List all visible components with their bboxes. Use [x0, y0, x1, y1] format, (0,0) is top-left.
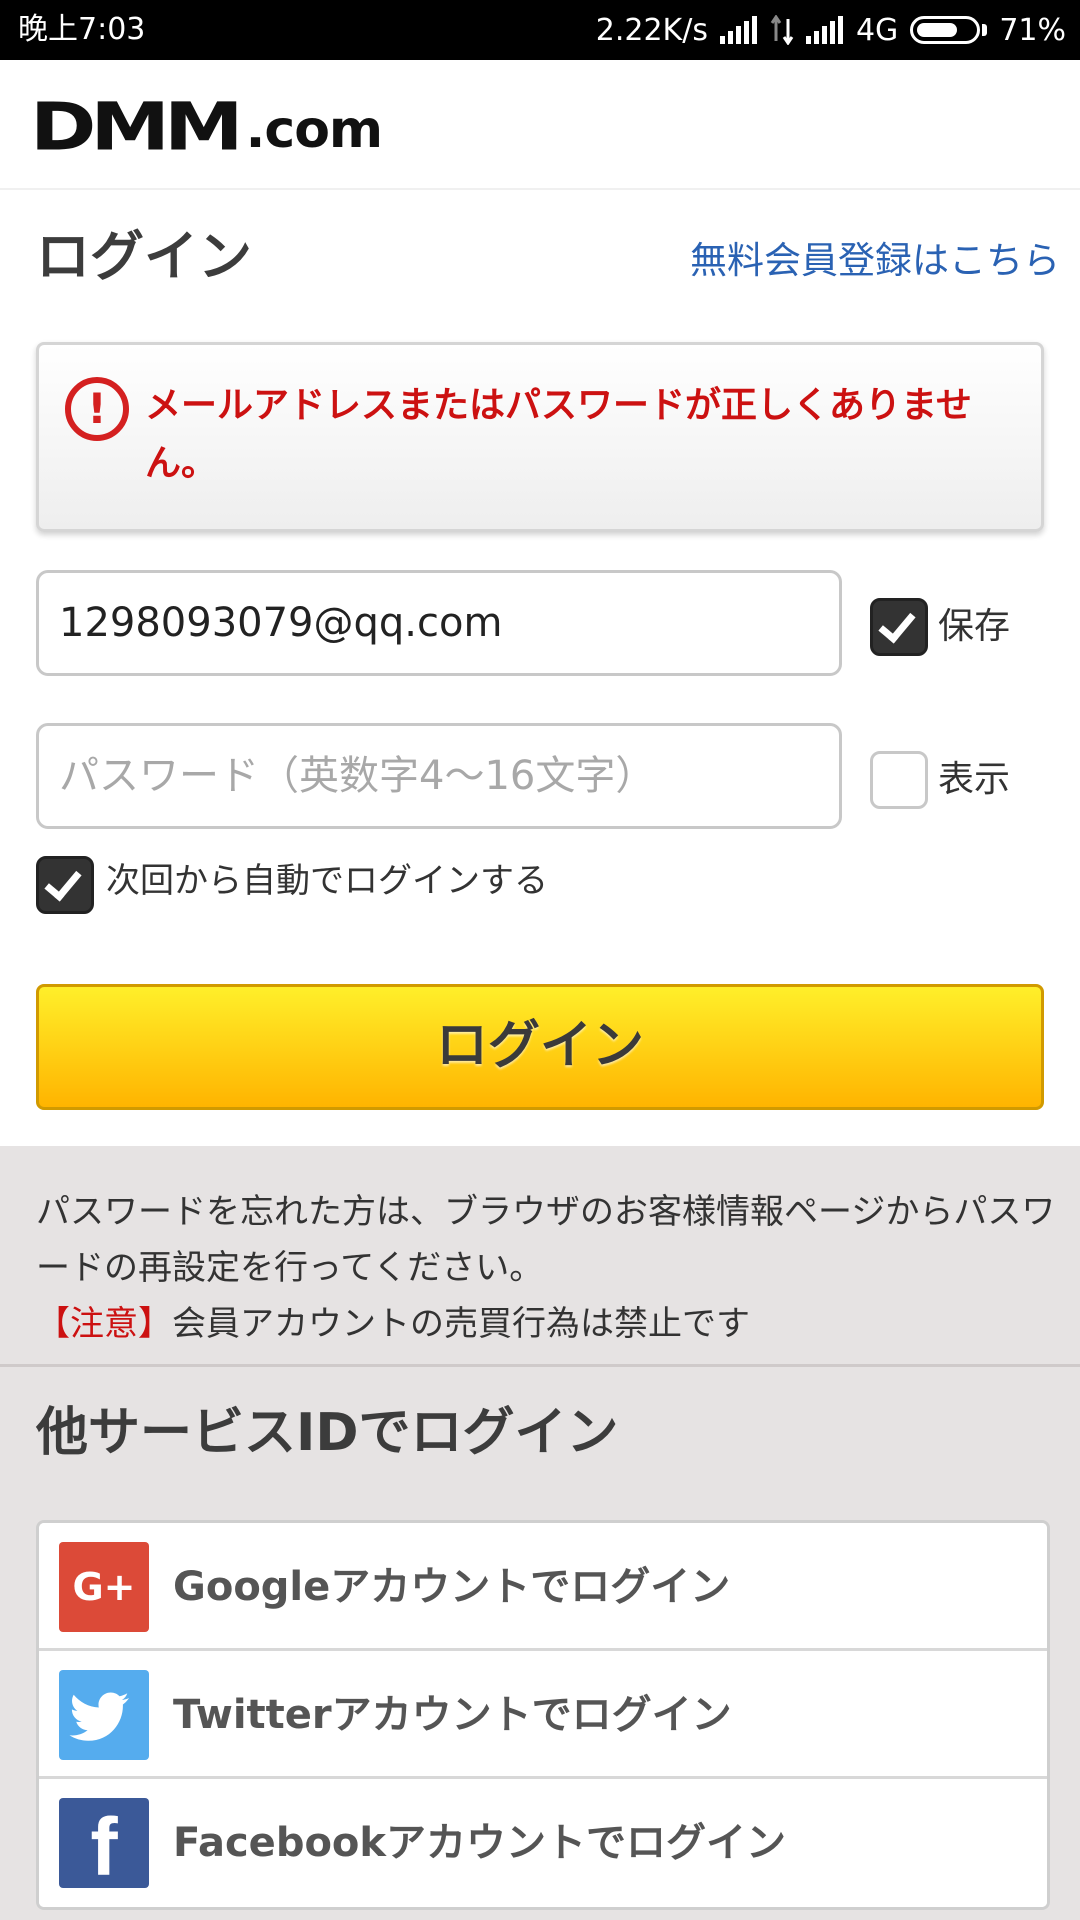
page-title: ログイン: [36, 225, 252, 288]
social-login-list: G+ Googleアカウントでログイン Twitterアカウントでログイン f …: [36, 1520, 1050, 1910]
other-login-title: 他サービスIDでログイン: [36, 1403, 619, 1463]
login-button[interactable]: ログイン: [36, 984, 1044, 1110]
save-label[interactable]: 保存: [938, 598, 1010, 656]
notice-text: 会員アカウントの売買行為は禁止です: [172, 1304, 750, 1344]
info-section: パスワードを忘れた方は、ブラウザのお客様情報ページからパスワードの再設定を行って…: [0, 1146, 1080, 1920]
facebook-icon: f: [59, 1798, 149, 1893]
status-time: 晚上7:03: [18, 12, 146, 47]
checkmark-icon: [44, 862, 82, 902]
exclamation-icon: !: [65, 377, 129, 441]
site-header: DMM .com: [0, 60, 1080, 190]
data-transfer-icon: [770, 15, 794, 45]
status-bar: 晚上7:03 2.22K/s 4G 71%: [0, 0, 1080, 60]
twitter-login-button[interactable]: Twitterアカウントでログイン: [39, 1651, 1047, 1779]
twitter-login-label: Twitterアカウントでログイン: [173, 1692, 732, 1738]
forgot-password-text: パスワードを忘れた方は、ブラウザのお客様情報ページからパスワードの再設定を行って…: [36, 1192, 1056, 1288]
facebook-login-label: Facebookアカウントでログイン: [173, 1820, 787, 1866]
checkmark-icon: [878, 604, 916, 644]
password-field[interactable]: パスワード（英数字4〜16文字）: [36, 723, 842, 829]
show-password-checkbox[interactable]: [870, 751, 928, 809]
error-alert: ! メールアドレスまたはパスワードが正しくありません。: [36, 342, 1044, 532]
logo-suffix: .com: [245, 100, 383, 160]
email-field[interactable]: 1298093079@qq.com: [36, 570, 842, 676]
status-indicators: 2.22K/s 4G 71%: [596, 10, 1066, 50]
forgot-password-info: パスワードを忘れた方は、ブラウザのお客様情報ページからパスワードの再設定を行って…: [36, 1184, 1056, 1352]
save-checkbox[interactable]: [870, 598, 928, 656]
twitter-bird-icon: [59, 1670, 149, 1760]
network-speed: 2.22K/s: [595, 12, 708, 48]
signal-icon: [719, 16, 757, 44]
battery-icon: [910, 16, 981, 44]
notice-tag: 【注意】: [36, 1304, 172, 1344]
google-plus-icon: G+: [59, 1542, 149, 1632]
signal-icon-2: [805, 16, 843, 44]
show-password-label[interactable]: 表示: [938, 751, 1010, 809]
auto-login-label[interactable]: 次回から自動でログインする: [106, 852, 548, 910]
auto-login-checkbox[interactable]: [36, 856, 94, 914]
battery-percent: 71%: [999, 12, 1066, 48]
google-login-label: Googleアカウントでログイン: [173, 1564, 731, 1610]
facebook-login-button[interactable]: f Facebookアカウントでログイン: [39, 1779, 1047, 1907]
dmm-logo[interactable]: DMM .com: [30, 80, 383, 165]
register-link[interactable]: 無料会員登録はこちら: [690, 236, 1060, 286]
google-login-button[interactable]: G+ Googleアカウントでログイン: [39, 1523, 1047, 1651]
logo-main: DMM: [30, 88, 244, 165]
error-message: メールアドレスまたはパスワードが正しくありません。: [145, 385, 972, 484]
network-type: 4G: [855, 12, 899, 48]
section-divider: [0, 1364, 1080, 1367]
